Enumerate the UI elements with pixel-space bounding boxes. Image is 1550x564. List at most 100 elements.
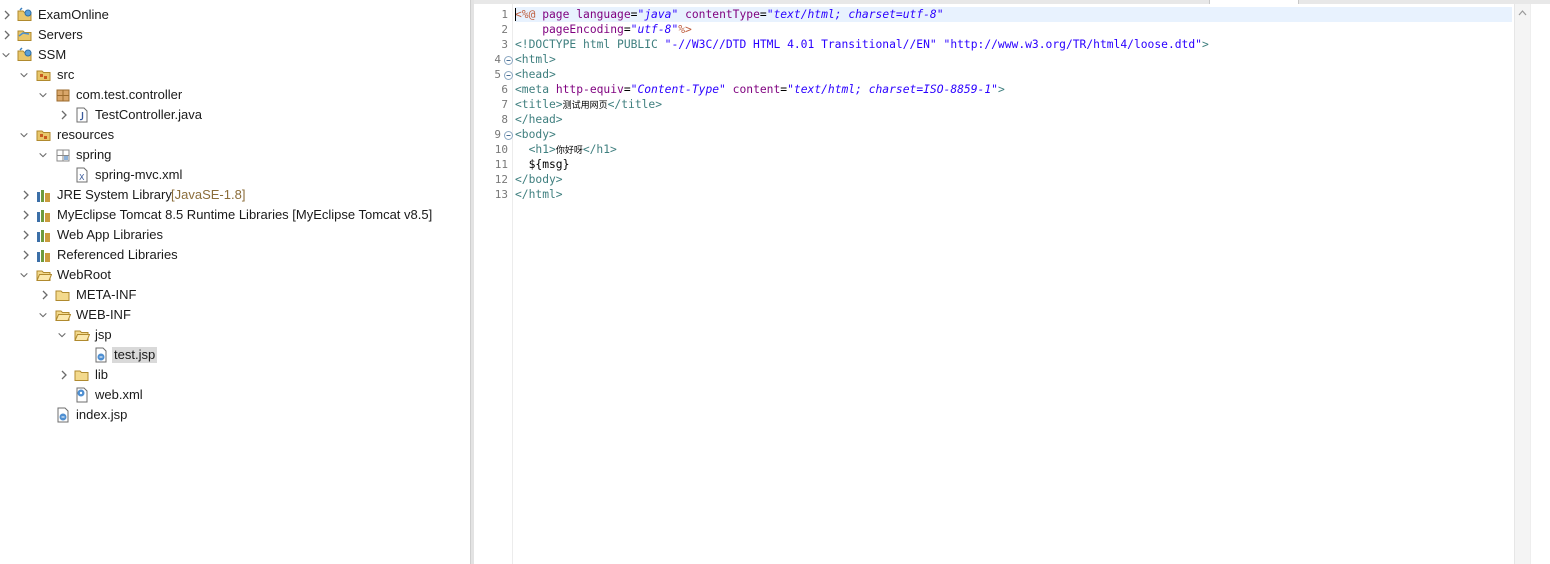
code-line-13: </html> xyxy=(515,188,563,201)
tree-item-webroot[interactable]: WebRoot xyxy=(0,265,470,285)
chevron-down-icon[interactable] xyxy=(57,329,67,341)
scroll-up-arrow-icon[interactable] xyxy=(1518,10,1527,16)
tree-item-label: lib xyxy=(95,367,109,382)
code-line-6: <meta http-equiv="Content-Type" content=… xyxy=(515,83,1005,96)
chevron-down-icon[interactable] xyxy=(38,309,48,321)
project-icon xyxy=(17,7,32,21)
chevron-right-icon[interactable] xyxy=(21,249,31,261)
xml-file-icon: X xyxy=(76,167,88,183)
code-line-3: <!DOCTYPE html PUBLIC "-//W3C//DTD HTML … xyxy=(515,38,1209,51)
chevron-down-icon[interactable] xyxy=(38,149,48,161)
project-explorer: ExamOnline Servers SSM src com.test.cont… xyxy=(0,0,470,564)
chevron-down-icon[interactable] xyxy=(19,69,29,81)
source-folder-icon xyxy=(36,130,51,141)
chevron-right-icon[interactable] xyxy=(2,9,12,21)
line-number: 12 xyxy=(494,173,508,186)
code-line-8: </head> xyxy=(515,113,563,126)
folder-icon xyxy=(55,290,70,301)
vertical-scrollbar[interactable] xyxy=(1514,4,1530,564)
tree-item-label: spring xyxy=(76,147,112,162)
line-number: 3 xyxy=(501,38,508,51)
tree-item-label: META-INF xyxy=(76,287,137,302)
line-number: 9 xyxy=(494,128,501,141)
tree-item-label: JRE System Library xyxy=(57,187,172,202)
tree-item-label: jsp xyxy=(95,327,112,342)
tree-item-jre-library[interactable]: JRE System Library [JavaSE-1.8] xyxy=(0,185,470,205)
servers-folder-icon xyxy=(17,30,32,41)
code-line-11: ${msg} xyxy=(515,158,570,171)
code-line-12: </body> xyxy=(515,173,563,186)
tree-item-jsp-folder[interactable]: jsp xyxy=(0,325,470,345)
code-line-5: <head> xyxy=(515,68,556,81)
tree-item-package[interactable]: com.test.controller xyxy=(0,85,470,105)
line-number: 4 xyxy=(494,53,501,66)
chevron-right-icon[interactable] xyxy=(21,209,31,221)
line-number: 8 xyxy=(501,113,508,126)
code-text-area[interactable]: <%@ page language="java" contentType="te… xyxy=(515,4,1513,564)
library-icon xyxy=(37,210,50,222)
library-icon xyxy=(37,230,50,242)
tree-item-src[interactable]: src xyxy=(0,65,470,85)
package-icon xyxy=(56,149,70,162)
tree-item-index-jsp[interactable]: index.jsp xyxy=(0,405,470,425)
tree-item-label: SSM xyxy=(38,47,67,62)
tree-item-label: index.jsp xyxy=(76,407,128,422)
code-line-9: <body> xyxy=(515,128,556,141)
jsp-file-icon xyxy=(95,347,107,363)
jsp-file-icon xyxy=(57,407,69,423)
tree-item-ssm[interactable]: SSM xyxy=(0,45,470,65)
tree-item-label: WebRoot xyxy=(57,267,111,282)
tree-item-label: Servers xyxy=(38,27,83,42)
code-line-4: <html> xyxy=(515,53,556,66)
chevron-down-icon[interactable] xyxy=(19,129,29,141)
tree-item-spring-mvc-xml[interactable]: X spring-mvc.xml xyxy=(0,165,470,185)
code-editor[interactable]: 1 2 3 4 5 6 7 8 9 10 11 12 13 <%@ page l… xyxy=(474,0,1550,564)
tree-item-label: test.jsp xyxy=(112,347,158,363)
chevron-down-icon[interactable] xyxy=(19,269,29,281)
chevron-down-icon[interactable] xyxy=(38,89,48,101)
chevron-right-icon[interactable] xyxy=(21,229,31,241)
fold-collapse-icon[interactable] xyxy=(504,56,513,65)
line-number: 11 xyxy=(494,158,508,171)
tree-item-resources[interactable]: resources xyxy=(0,125,470,145)
tree-item-tomcat-libraries[interactable]: MyEclipse Tomcat 8.5 Runtime Libraries [… xyxy=(0,205,470,225)
line-number: 5 xyxy=(494,68,501,81)
tree-item-web-xml[interactable]: web.xml xyxy=(0,385,470,405)
line-number: 10 xyxy=(494,143,508,156)
fold-collapse-icon[interactable] xyxy=(504,71,513,80)
chevron-right-icon[interactable] xyxy=(59,369,69,381)
chevron-right-icon[interactable] xyxy=(40,289,50,301)
chevron-right-icon[interactable] xyxy=(21,189,31,201)
fold-collapse-icon[interactable] xyxy=(504,131,513,140)
tree-item-meta-inf[interactable]: META-INF xyxy=(0,285,470,305)
chevron-right-icon[interactable] xyxy=(2,29,12,41)
library-icon xyxy=(37,250,50,262)
tree-item-referenced-libraries[interactable]: Referenced Libraries xyxy=(0,245,470,265)
tree-item-web-inf[interactable]: WEB-INF xyxy=(0,305,470,325)
svg-text:X: X xyxy=(79,173,85,182)
tree-item-examonline[interactable]: ExamOnline xyxy=(0,5,470,25)
code-line-2: pageEncoding="utf-8"%> xyxy=(515,23,692,36)
tree-item-lib[interactable]: lib xyxy=(0,365,470,385)
tree-item-label: TestController.java xyxy=(95,107,202,122)
text-caret xyxy=(515,8,516,21)
overview-ruler xyxy=(1530,4,1550,564)
line-number: 1 xyxy=(501,8,508,21)
code-line-1: <%@ page language="java" contentType="te… xyxy=(515,7,1512,22)
line-number: 7 xyxy=(501,98,508,111)
folder-open-icon xyxy=(74,330,90,341)
tree-item-web-app-libraries[interactable]: Web App Libraries xyxy=(0,225,470,245)
tree-item-test-jsp[interactable]: test.jsp xyxy=(0,345,470,365)
chevron-right-icon[interactable] xyxy=(59,109,69,121)
chevron-down-icon[interactable] xyxy=(1,49,11,61)
tree-item-testcontroller[interactable]: TestController.java xyxy=(0,105,470,125)
web-xml-icon xyxy=(76,387,88,403)
folder-open-icon xyxy=(36,270,52,281)
tree-item-spring[interactable]: spring xyxy=(0,145,470,165)
tree-item-servers[interactable]: Servers xyxy=(0,25,470,45)
tree-item-label: Referenced Libraries xyxy=(57,247,178,262)
tree-item-label: spring-mvc.xml xyxy=(95,167,183,182)
code-line-7: <title>测试用网页</title> xyxy=(515,98,663,111)
line-number-gutter: 1 2 3 4 5 6 7 8 9 10 11 12 13 xyxy=(474,4,513,564)
tree-item-label: resources xyxy=(57,127,115,142)
